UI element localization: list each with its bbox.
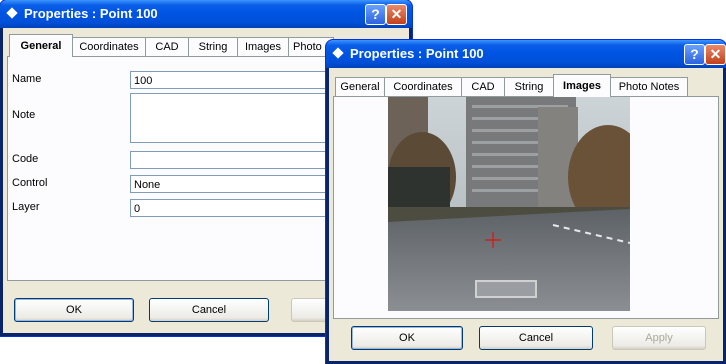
street-photo [388, 97, 630, 311]
tab-string[interactable]: String [188, 37, 238, 56]
apply-button[interactable]: Apply [612, 326, 706, 350]
control-label: Control [12, 177, 48, 189]
cancel-button[interactable]: Cancel [149, 298, 269, 322]
tab-general[interactable]: General [9, 34, 73, 57]
tab-cad[interactable]: CAD [145, 37, 189, 56]
name-field[interactable]: 100 [130, 71, 330, 89]
window-diamond-icon [6, 7, 18, 19]
tab-strip: General Coordinates CAD String Images Ph… [333, 74, 719, 97]
name-label: Name [12, 73, 42, 85]
properties-window-front: Properties : Point 100 ? ✕ General Coord… [326, 40, 726, 364]
help-button[interactable]: ? [684, 44, 705, 65]
cancel-button[interactable]: Cancel [479, 326, 593, 350]
crosswalk-mark [475, 280, 537, 298]
note-label: Note [12, 109, 36, 121]
help-button[interactable]: ? [365, 4, 386, 25]
tab-photo-notes[interactable]: Photo Notes [610, 77, 688, 96]
ok-button[interactable]: OK [351, 326, 463, 350]
title-bar[interactable]: Properties : Point 100 ? ✕ [326, 40, 726, 68]
control-select[interactable]: None [130, 175, 330, 193]
window-client: General Coordinates CAD String Images Ph… [329, 68, 723, 361]
window-title: Properties : Point 100 [24, 6, 158, 21]
title-bar[interactable]: Properties : Point 100 ? ✕ [0, 0, 412, 28]
tab-images[interactable]: Images [553, 74, 611, 97]
close-button[interactable]: ✕ [705, 44, 726, 65]
tab-images[interactable]: Images [237, 37, 289, 56]
code-field[interactable] [130, 151, 330, 169]
window-title: Properties : Point 100 [350, 46, 484, 61]
layer-label: Layer [12, 201, 40, 213]
layer-field[interactable]: 0 [130, 199, 330, 217]
tab-general[interactable]: General [335, 77, 385, 96]
tab-coordinates[interactable]: Coordinates [384, 77, 462, 96]
note-field[interactable] [130, 93, 330, 143]
tab-coordinates[interactable]: Coordinates [72, 37, 146, 56]
tab-cad[interactable]: CAD [461, 77, 505, 96]
window-diamond-icon [332, 47, 344, 59]
code-label: Code [12, 153, 39, 165]
tab-string[interactable]: String [504, 77, 554, 96]
ok-button[interactable]: OK [14, 298, 134, 322]
close-button[interactable]: ✕ [386, 4, 407, 25]
images-page [333, 96, 719, 319]
